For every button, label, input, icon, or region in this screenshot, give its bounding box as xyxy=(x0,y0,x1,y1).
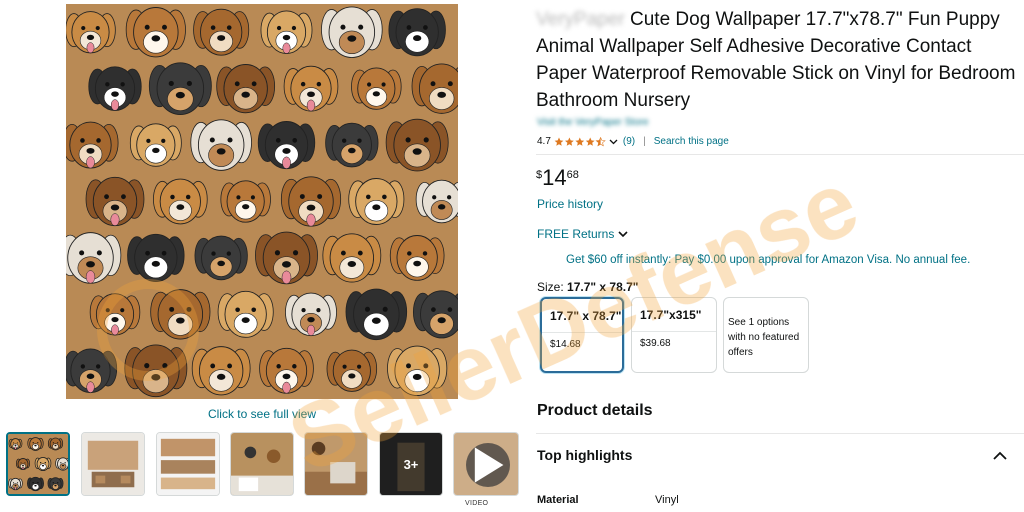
rating-row: 4.7 (9) | Search this page xyxy=(537,136,729,147)
top-highlights-heading[interactable]: Top highlights xyxy=(537,447,632,463)
size-label: Size: 17.7" x 78.7" xyxy=(537,280,638,294)
divider xyxy=(632,331,716,332)
thumbnail-2[interactable] xyxy=(81,432,145,496)
size-option-price: $14.68 xyxy=(550,339,581,350)
thumbnail-image xyxy=(157,433,219,495)
divider xyxy=(536,154,1024,155)
rating-value: 4.7 xyxy=(537,136,551,147)
credit-card-promo-link[interactable]: Get $60 off instantly: Pay $0.00 upon ap… xyxy=(566,254,970,266)
thumbnail-image xyxy=(8,434,68,494)
thumbnail-video[interactable] xyxy=(453,432,519,496)
star-rating-icon[interactable] xyxy=(554,136,606,147)
store-link[interactable]: Visit the VeryPaper Store xyxy=(537,117,649,128)
thumbnail-image xyxy=(82,433,144,495)
size-label-text: Size: xyxy=(537,280,564,294)
price: $ 14 68 xyxy=(536,166,579,190)
thumbnail-5[interactable] xyxy=(304,432,368,496)
size-option-name: 17.7" x 78.7" xyxy=(550,309,622,323)
search-page-link[interactable]: Search this page xyxy=(654,136,729,147)
full-view-link[interactable]: Click to see full view xyxy=(66,407,458,421)
chevron-down-icon xyxy=(618,230,628,237)
divider: | xyxy=(643,136,646,147)
divider xyxy=(536,433,1024,434)
price-fraction: 68 xyxy=(566,169,579,181)
size-option-price: $39.68 xyxy=(640,338,671,349)
product-title: VeryPaper Cute Dog Wallpaper 17.7"x78.7"… xyxy=(536,6,1020,114)
thumbnail-image xyxy=(305,433,367,495)
brand-name: VeryPaper xyxy=(536,9,625,30)
chevron-down-icon[interactable] xyxy=(609,139,618,145)
more-images-badge: 3+ xyxy=(380,433,442,495)
size-option-1[interactable]: 17.7" x 78.7" $14.68 xyxy=(540,297,624,373)
size-option-2[interactable]: 17.7"x315" $39.68 xyxy=(631,297,717,373)
thumbnail-more[interactable]: 3+ xyxy=(379,432,443,496)
thumbnail-image xyxy=(231,433,293,495)
thumbnail-1[interactable] xyxy=(6,432,70,496)
price-history-link[interactable]: Price history xyxy=(537,197,603,211)
price-whole: 14 xyxy=(542,165,567,190)
free-returns-link[interactable]: FREE Returns xyxy=(537,227,628,241)
thumbnail-3[interactable] xyxy=(156,432,220,496)
chevron-up-icon[interactable] xyxy=(992,450,1008,462)
main-product-image[interactable] xyxy=(66,4,458,399)
no-featured-offers-text: See 1 options with no featured offers xyxy=(728,317,800,358)
product-details-heading: Product details xyxy=(537,402,653,419)
video-label: VIDEO xyxy=(465,500,489,507)
play-icon xyxy=(466,443,510,487)
divider xyxy=(542,332,622,333)
size-selected-value: 17.7" x 78.7" xyxy=(567,280,639,294)
review-count-link[interactable]: (9) xyxy=(623,136,635,147)
dog-pattern-image xyxy=(66,4,458,399)
spec-label: Material xyxy=(537,494,579,506)
size-option-name: 17.7"x315" xyxy=(640,308,702,322)
size-option-no-featured[interactable]: See 1 options with no featured offers xyxy=(723,297,809,373)
thumbnail-4[interactable] xyxy=(230,432,294,496)
free-returns-label: FREE Returns xyxy=(537,227,615,241)
spec-value: Vinyl xyxy=(655,494,679,506)
